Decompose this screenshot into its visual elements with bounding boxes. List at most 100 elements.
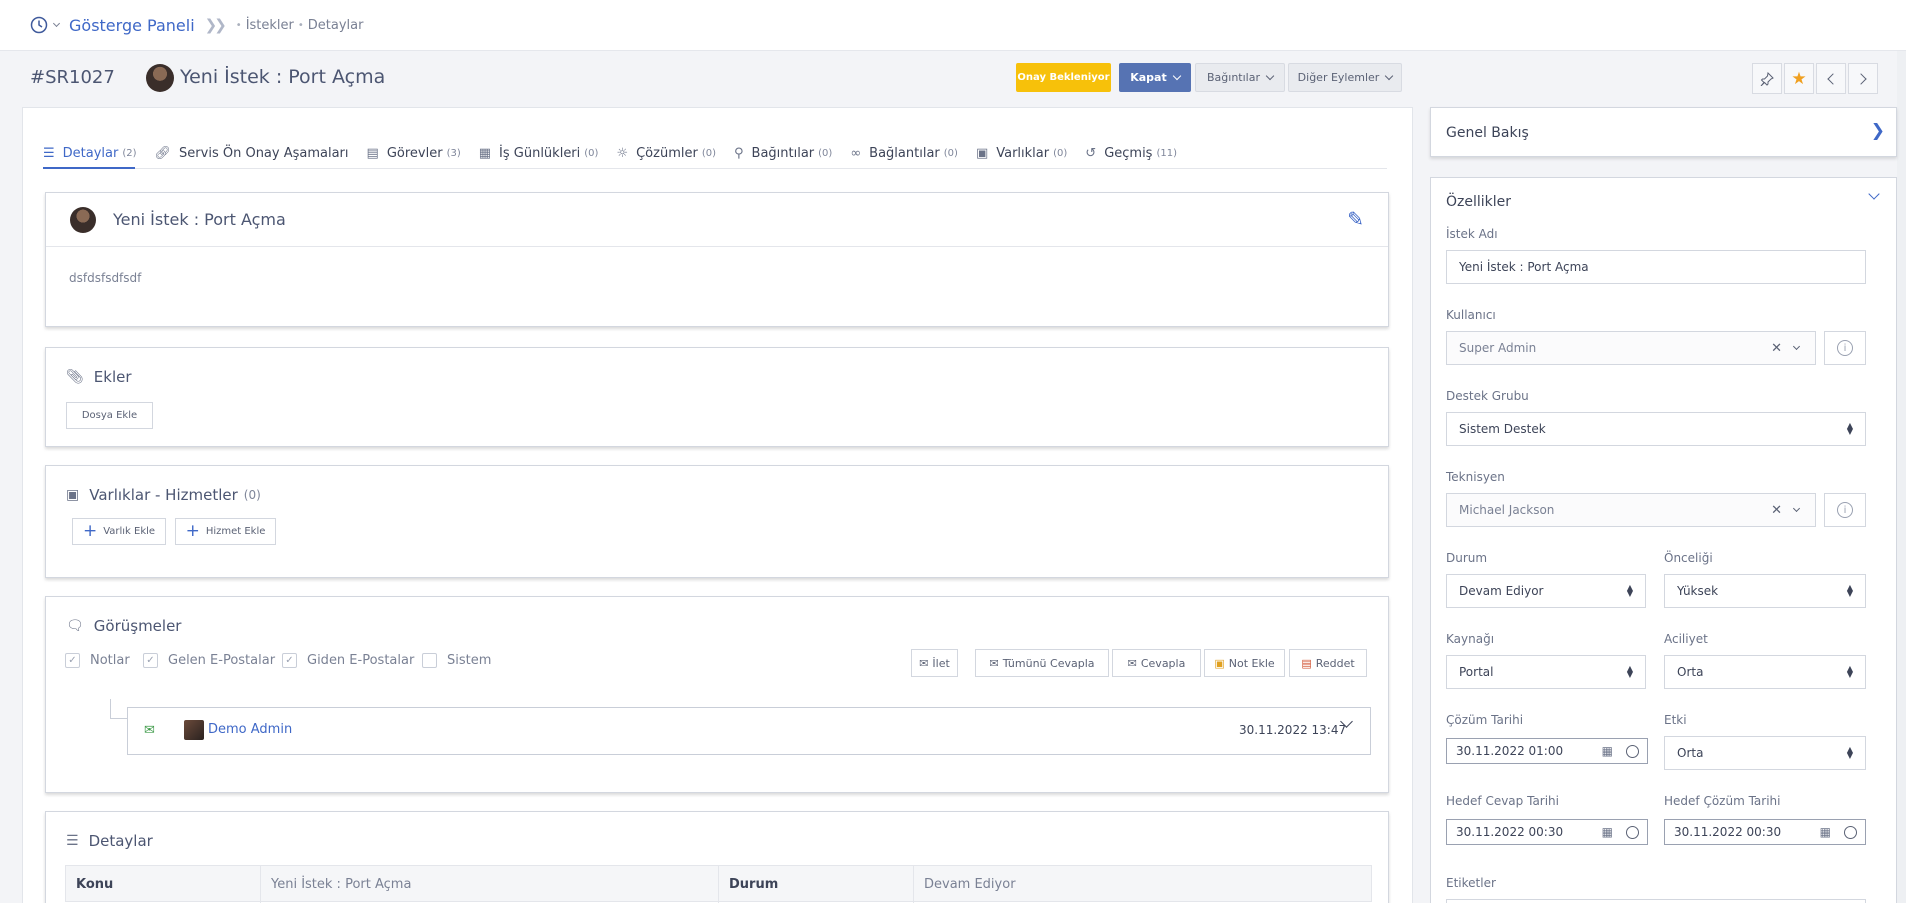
tab-details[interactable]: ☰ Detaylar (2) (43, 138, 137, 168)
filter-outgoing-emails[interactable]: ✓ Giden E-Postalar (282, 653, 414, 668)
tab-label: Varlıklar (996, 145, 1050, 161)
chevron-down-icon (1172, 71, 1181, 80)
target-response-label: Hedef Cevap Tarihi (1446, 794, 1559, 808)
tab-label: Detaylar (62, 145, 119, 161)
details-title: Detaylar (88, 832, 153, 850)
calendar-icon[interactable]: ▦ (1602, 744, 1613, 758)
double-chevron-right-icon[interactable]: ❯ (1871, 121, 1885, 141)
tab-assets[interactable]: ▣ Varlıklar (0) (976, 138, 1067, 168)
urgency-select[interactable]: Orta ▲ ▼ (1664, 655, 1866, 689)
technician-select[interactable]: Michael Jackson ✕ (1446, 493, 1816, 527)
user-info-button[interactable]: i (1824, 331, 1866, 365)
tab-approval-stages[interactable]: 🔗︎ Servis Ön Onay Aşamaları (155, 138, 349, 168)
add-file-button[interactable]: Dosya Ekle (66, 402, 153, 429)
asset-icon: ▣ (66, 487, 80, 503)
overview-panel[interactable]: Genel Bakış ❯ (1430, 107, 1897, 157)
impact-select[interactable]: Orta ▲ ▼ (1664, 736, 1866, 770)
tab-count: (11) (1156, 147, 1177, 159)
resolution-date-input[interactable]: 30.11.2022 01:00 ▦ (1446, 738, 1648, 764)
assets-card: ▣ Varlıklar - Hizmetler (0) + Varlık Ekle +… (45, 465, 1389, 578)
dashboard-link[interactable]: Gösterge Paneli (69, 16, 195, 35)
checkbox-unchecked[interactable] (422, 653, 437, 668)
priority-label: Önceliği (1664, 551, 1713, 565)
history-menu[interactable] (30, 16, 61, 34)
tab-worklogs[interactable]: ▦ İş Günlükleri (0) (479, 138, 599, 168)
clear-icon[interactable]: ✕ (1771, 503, 1782, 518)
tab-count: (0) (818, 147, 833, 159)
add-service-button[interactable]: + Hizmet Ekle (175, 518, 276, 545)
previous-button[interactable] (1816, 63, 1846, 94)
chevron-down-icon[interactable] (1792, 504, 1801, 512)
tab-label: Bağlantılar (869, 145, 940, 161)
breadcrumb-requests[interactable]: İstekler (246, 18, 294, 33)
favorite-button[interactable]: ★ (1784, 63, 1814, 94)
urgency-label: Aciliyet (1664, 632, 1708, 646)
mail-forward-icon: ✉ (919, 656, 929, 670)
chevron-down-icon[interactable] (1792, 342, 1801, 350)
filter-incoming-emails[interactable]: ✓ Gelen E-Postalar (143, 653, 275, 668)
checkbox-checked[interactable]: ✓ (65, 653, 80, 668)
properties-title: Özellikler (1446, 194, 1512, 210)
approval-status-button[interactable]: Onay Bekleniyor (1016, 63, 1111, 92)
calendar-icon[interactable]: ▦ (1820, 825, 1831, 839)
conversation-item[interactable]: ✉ Demo Admin 30.11.2022 13:47 (127, 707, 1371, 755)
user-select[interactable]: Super Admin ✕ (1446, 331, 1816, 365)
tags-input[interactable] (1446, 899, 1866, 903)
reject-label: Reddet (1315, 656, 1355, 670)
technician-info-button[interactable]: i (1824, 493, 1866, 527)
description-title: Yeni İstek : Port Açma (113, 210, 286, 229)
clipboard-icon: ▤ (366, 145, 379, 161)
priority-select[interactable]: Yüksek ▲ ▼ (1664, 574, 1866, 608)
forward-button[interactable]: ✉ İlet (911, 649, 958, 677)
relations-dropdown[interactable]: Bağıntılar (1195, 63, 1285, 92)
reply-button[interactable]: ✉ Cevapla (1112, 649, 1201, 677)
breadcrumb-dot: • (235, 19, 242, 31)
attachments-title: Ekler (93, 368, 132, 386)
tab-relations[interactable]: ⚲ Bağıntılar (0) (734, 138, 832, 168)
select-arrows-icon: ▲ ▼ (1846, 664, 1853, 679)
list-icon: ☰ (66, 833, 79, 849)
close-button[interactable]: Kapat (1119, 63, 1191, 92)
clock-icon[interactable] (1626, 744, 1639, 758)
attachments-heading: 📎︎ Ekler (66, 368, 132, 386)
conversations-title: Görüşmeler (93, 617, 182, 635)
list-icon: ☰ (43, 145, 55, 161)
reject-button[interactable]: ▤ Reddet (1289, 649, 1367, 677)
chevron-down-icon[interactable] (1868, 188, 1880, 200)
target-resolution-input[interactable]: 30.11.2022 00:30 ▦ (1664, 819, 1866, 845)
reply-all-button[interactable]: ✉ Tümünü Cevapla (975, 649, 1109, 677)
message-author[interactable]: Demo Admin (208, 722, 292, 737)
source-select[interactable]: Portal ▲ ▼ (1446, 655, 1646, 689)
checkbox-checked[interactable]: ✓ (143, 653, 158, 668)
status-select[interactable]: Devam Ediyor ▲ ▼ (1446, 574, 1646, 608)
request-name-input[interactable]: Yeni İstek : Port Açma (1446, 250, 1866, 284)
filter-notes[interactable]: ✓ Notlar (65, 653, 130, 668)
calendar-icon[interactable]: ▦ (1602, 825, 1613, 839)
pin-button[interactable] (1752, 63, 1782, 94)
add-note-button[interactable]: ▣ Not Ekle (1204, 649, 1285, 677)
other-actions-dropdown[interactable]: Diğer Eylemler (1288, 63, 1402, 92)
chevron-down-icon (1385, 71, 1394, 80)
target-response-input[interactable]: 30.11.2022 00:30 ▦ (1446, 819, 1648, 845)
scrollbar[interactable] (1897, 51, 1906, 903)
clear-icon[interactable]: ✕ (1771, 341, 1782, 356)
clock-icon[interactable] (1844, 825, 1857, 839)
filter-system[interactable]: Sistem (422, 653, 491, 668)
tab-tasks[interactable]: ▤ Görevler (3) (367, 138, 461, 168)
tab-solutions[interactable]: ☼ Çözümler (0) (616, 138, 716, 168)
clock-icon[interactable] (1626, 825, 1639, 839)
add-asset-label: Varlık Ekle (103, 526, 156, 537)
resolution-date-value: 30.11.2022 01:00 (1456, 744, 1564, 758)
user-value: Super Admin (1459, 341, 1537, 355)
add-asset-button[interactable]: + Varlık Ekle (72, 518, 166, 545)
support-group-select[interactable]: Sistem Destek ▲ ▼ (1446, 412, 1866, 446)
select-arrows-icon: ▲ ▼ (1846, 583, 1853, 598)
tab-label: Geçmiş (1104, 145, 1153, 161)
edit-pencil-icon[interactable]: ✎ (1347, 207, 1364, 231)
checkbox-checked[interactable]: ✓ (282, 653, 297, 668)
next-button[interactable] (1848, 63, 1878, 94)
tab-links[interactable]: ∞ Bağlantılar (0) (850, 138, 958, 168)
tab-history[interactable]: ↺ Geçmiş (11) (1085, 138, 1177, 168)
filter-label: Giden E-Postalar (307, 653, 415, 668)
select-arrows-icon: ▲ ▼ (1846, 745, 1853, 760)
